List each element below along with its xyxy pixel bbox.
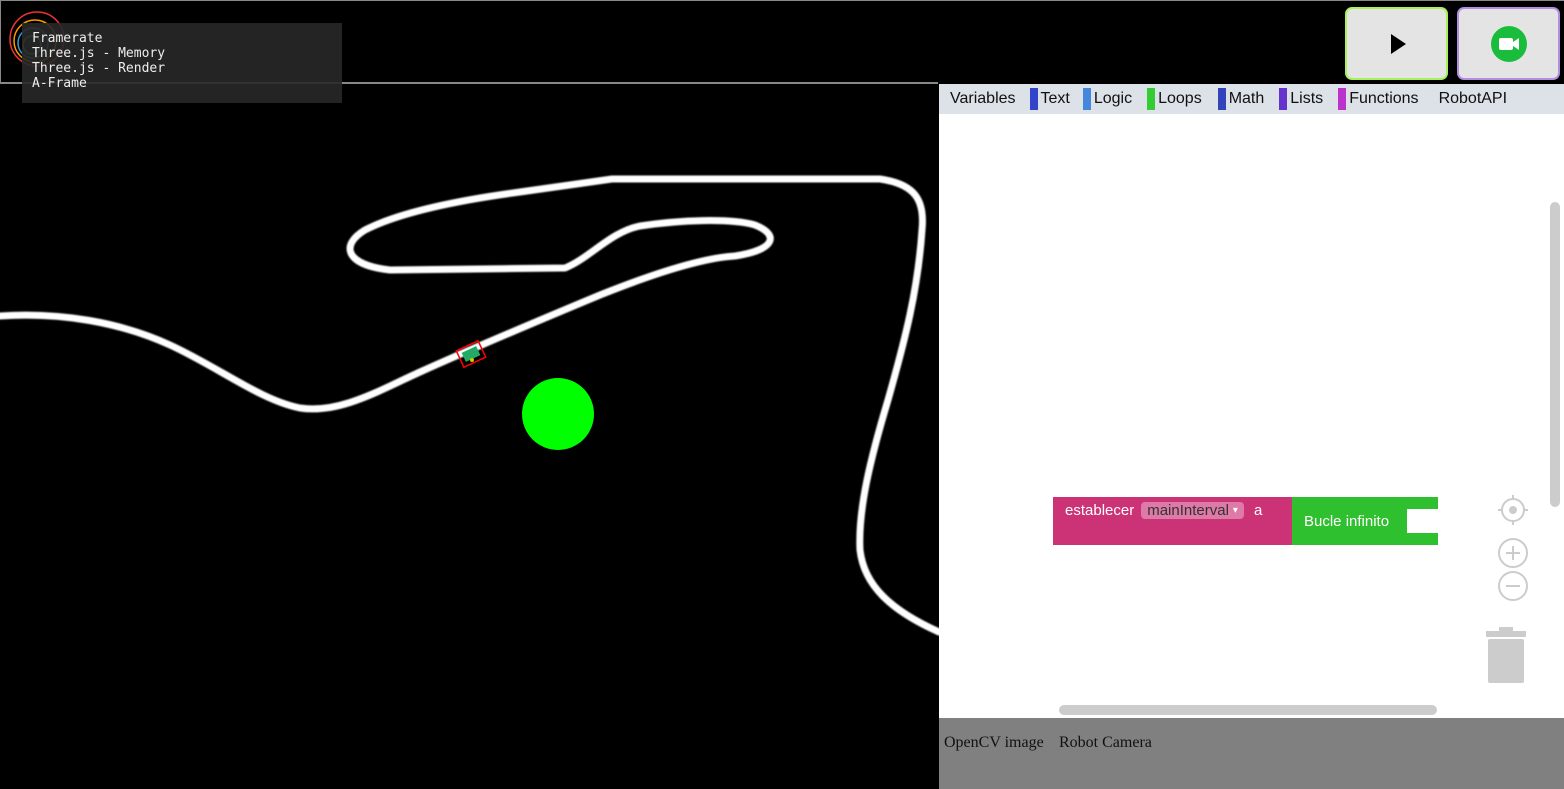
zoom-in-icon[interactable]: [1497, 537, 1529, 569]
vertical-scrollbar[interactable]: [1550, 202, 1560, 507]
trash-icon[interactable]: [1484, 627, 1528, 685]
category-swatch: [1147, 88, 1156, 110]
simulation-canvas[interactable]: [0, 84, 939, 789]
scene-drawing: [0, 175, 939, 636]
top-toolbar: Framerate Three.js - Memory Three.js - R…: [0, 0, 1564, 103]
infinite-loop-block[interactable]: Bucle infinito: [1292, 497, 1438, 545]
category-swatch: [1338, 88, 1347, 110]
category-label: Functions: [1349, 90, 1419, 107]
stats-panel: Framerate Three.js - Memory Three.js - R…: [22, 23, 342, 103]
category-variables[interactable]: Variables: [950, 88, 1016, 110]
category-swatch: [1029, 88, 1038, 110]
category-label: Loops: [1158, 90, 1202, 107]
category-swatch: [1279, 88, 1288, 110]
category-math[interactable]: Math: [1217, 88, 1265, 110]
category-text[interactable]: Text: [1029, 88, 1070, 110]
category-label: Text: [1040, 90, 1070, 107]
horizontal-scrollbar[interactable]: [1059, 705, 1437, 715]
zoom-out-icon[interactable]: [1497, 570, 1529, 602]
set-block-label: establecer: [1065, 502, 1135, 519]
category-swatch: [1217, 88, 1226, 110]
category-label: RobotAPI: [1438, 90, 1508, 107]
stats-line: A-Frame: [32, 76, 87, 91]
category-swatch: [1082, 88, 1091, 110]
category-functions[interactable]: Functions: [1338, 88, 1419, 110]
tab-opencv-image[interactable]: OpenCV image: [944, 734, 1044, 752]
stats-line: Framerate: [32, 31, 103, 46]
track-line: [0, 175, 939, 636]
variable-dropdown[interactable]: mainInterval ▾: [1141, 502, 1244, 519]
recenter-icon[interactable]: [1497, 494, 1529, 526]
record-camera-button[interactable]: [1457, 7, 1560, 80]
stats-line: Three.js - Memory: [32, 46, 166, 61]
category-logic[interactable]: Logic: [1082, 88, 1133, 110]
video-camera-icon: [1490, 25, 1527, 62]
blockly-toolbox: Variables Text Logic Loops Math Lists Fu…: [939, 84, 1564, 114]
category-label: Variables: [950, 90, 1016, 107]
play-button[interactable]: [1345, 7, 1448, 80]
loop-block-label: Bucle infinito: [1304, 512, 1390, 530]
set-block-suffix: a: [1253, 502, 1263, 519]
stats-line: Three.js - Render: [32, 61, 166, 76]
variable-name: mainInterval: [1147, 502, 1229, 519]
green-ball: [522, 378, 594, 450]
category-robotapi[interactable]: RobotAPI: [1439, 88, 1507, 110]
category-label: Logic: [1093, 90, 1133, 107]
bottom-panel: OpenCV image Robot Camera: [939, 718, 1564, 789]
category-lists[interactable]: Lists: [1279, 88, 1323, 110]
loop-input-slot[interactable]: [1407, 509, 1438, 533]
dropdown-arrow-icon: ▾: [1232, 505, 1238, 516]
blockly-workspace[interactable]: establecer mainInterval ▾ a Bucle infini…: [939, 114, 1564, 718]
play-icon: [1390, 33, 1406, 54]
category-loops[interactable]: Loops: [1147, 88, 1202, 110]
category-label: Math: [1228, 90, 1265, 107]
category-label: Lists: [1290, 90, 1324, 107]
tab-robot-camera[interactable]: Robot Camera: [1059, 734, 1152, 752]
set-variable-block[interactable]: establecer mainInterval ▾ a: [1053, 497, 1292, 545]
